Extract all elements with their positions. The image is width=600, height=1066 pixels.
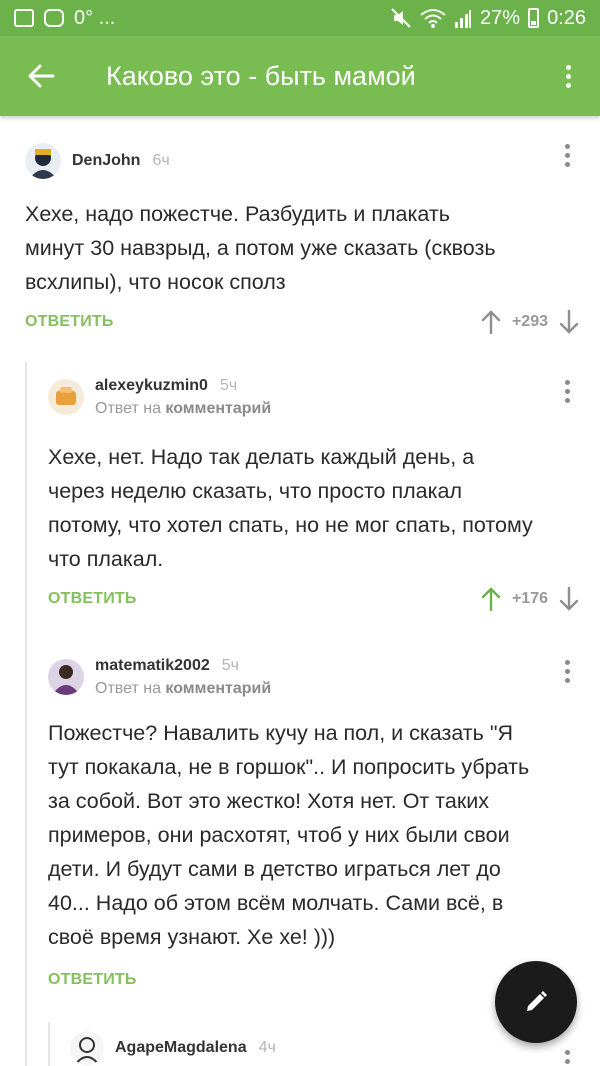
thread-line	[25, 362, 27, 1066]
clock: 0:26	[547, 6, 586, 29]
comment-menu-button[interactable]	[565, 144, 570, 167]
comment-header: matematik2002 5ч Ответ на комментарий	[48, 652, 271, 702]
signal-icon	[455, 10, 472, 28]
pencil-icon	[527, 991, 547, 1011]
reply-button[interactable]: ОТВЕТИТЬ	[48, 590, 137, 608]
comment: AgapeMagdalena 4ч	[70, 1028, 580, 1066]
comment-time: 4ч	[258, 1039, 276, 1056]
reply-button[interactable]: ОТВЕТИТЬ	[25, 313, 114, 331]
comment-time: 5ч	[219, 376, 238, 394]
status-bar: 0° ... 27% 0:26	[0, 0, 600, 36]
comment: matematik2002 5ч Ответ на комментарий По…	[48, 652, 580, 993]
more-vert-icon	[565, 660, 570, 683]
comment-header: DenJohn 6ч	[25, 136, 170, 186]
more-vert-icon	[565, 380, 570, 403]
reply-to-link[interactable]: комментарий	[165, 400, 271, 417]
username[interactable]: alexeykuzmin0	[95, 377, 208, 395]
image-icon	[14, 9, 34, 27]
more-vert-icon	[565, 64, 571, 88]
comment: DenJohn 6ч Хехе, надо пожестче. Разбудит…	[25, 136, 580, 346]
avatar[interactable]	[70, 1031, 104, 1065]
comment: alexeykuzmin0 5ч Ответ на комментарий Хе…	[48, 372, 580, 622]
downvote-icon[interactable]	[558, 309, 580, 335]
back-arrow-icon	[28, 64, 55, 88]
username[interactable]: DenJohn	[72, 152, 140, 170]
battery-icon	[528, 8, 540, 28]
comment-menu-button[interactable]	[565, 380, 570, 403]
mute-icon	[391, 8, 411, 28]
comment-text: Хехе, нет. Надо так делать каждый день, …	[48, 445, 533, 571]
page-title: Каково это - быть мамой	[106, 60, 416, 91]
vote-score: +176	[511, 590, 548, 607]
avatar[interactable]	[48, 659, 84, 695]
battery-percent: 27%	[480, 6, 521, 29]
reply-to: Ответ на комментарий	[95, 399, 272, 417]
comment-menu-button[interactable]	[565, 660, 570, 683]
reply-to-link[interactable]: комментарий	[165, 680, 271, 697]
thread-line	[48, 1022, 50, 1066]
comment-time: 6ч	[152, 152, 170, 169]
overflow-menu-button[interactable]	[536, 36, 600, 116]
username[interactable]: matematik2002	[95, 657, 210, 675]
downvote-icon[interactable]	[558, 586, 580, 612]
comment-menu-button[interactable]	[565, 1050, 570, 1066]
comments-list: DenJohn 6ч Хехе, надо пожестче. Разбудит…	[0, 116, 600, 1066]
new-comment-button[interactable]	[495, 961, 577, 1043]
reply-button[interactable]: ОТВЕТИТЬ	[48, 971, 137, 989]
vote-score: +293	[511, 313, 548, 330]
avatar[interactable]	[25, 143, 61, 179]
back-button[interactable]	[0, 36, 82, 116]
app-bar: Каково это - быть мамой	[0, 36, 600, 116]
comment-header: alexeykuzmin0 5ч Ответ на комментарий	[48, 372, 271, 422]
instagram-icon	[44, 9, 64, 27]
status-temp: 0° ...	[74, 6, 116, 29]
comment-text: Пожестче? Навалить кучу на пол, и сказат…	[48, 721, 530, 949]
more-vert-icon	[565, 144, 570, 167]
more-vert-icon	[565, 1050, 570, 1066]
comment-text: Хехе, надо пожестче. Разбудить и плакать…	[25, 202, 496, 294]
upvote-icon[interactable]	[480, 586, 502, 612]
comment-header: AgapeMagdalena 4ч	[70, 1028, 276, 1066]
reply-to: Ответ на комментарий	[95, 679, 272, 697]
wifi-icon	[420, 9, 446, 28]
username[interactable]: AgapeMagdalena	[115, 1039, 247, 1057]
upvote-icon[interactable]	[480, 309, 502, 335]
avatar[interactable]	[48, 379, 84, 415]
comment-time: 5ч	[221, 656, 239, 674]
